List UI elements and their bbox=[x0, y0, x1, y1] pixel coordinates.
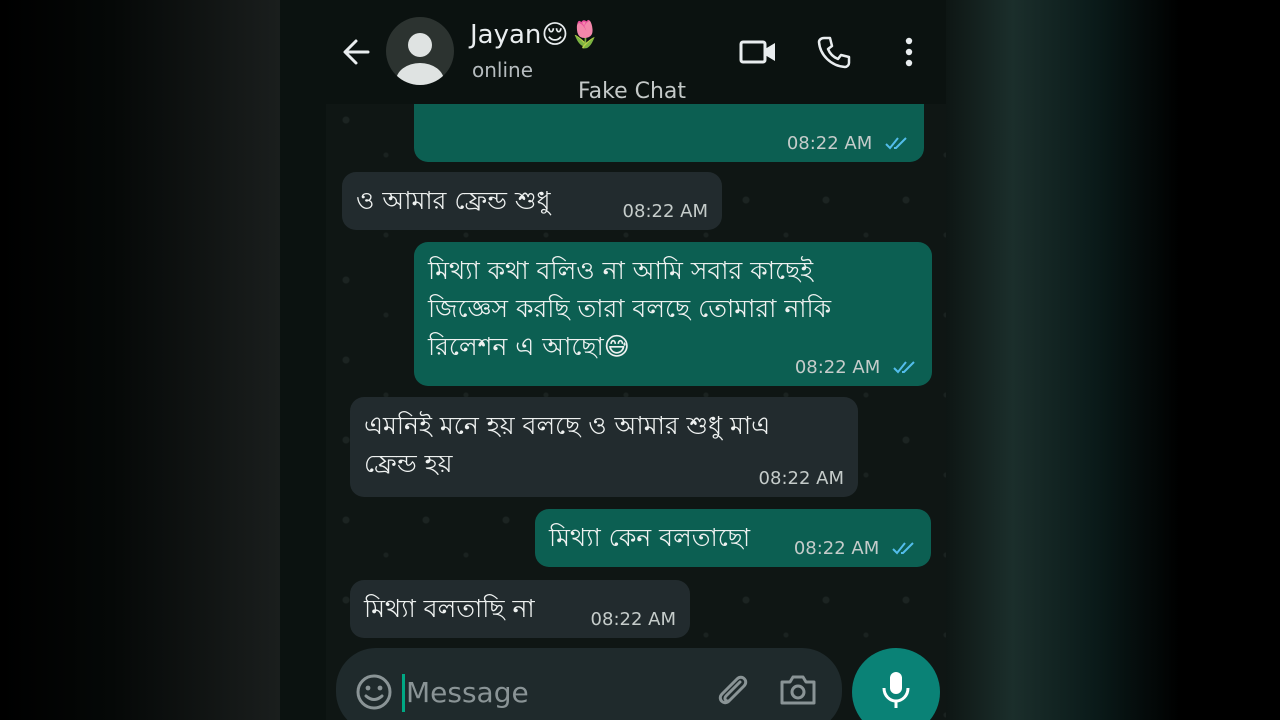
avatar-icon[interactable] bbox=[386, 17, 454, 85]
left-backdrop bbox=[0, 0, 280, 720]
video-call-icon[interactable] bbox=[738, 36, 778, 68]
message-time: 08:22 AM bbox=[758, 468, 844, 489]
double-check-icon bbox=[885, 137, 907, 150]
message-input[interactable] bbox=[406, 670, 706, 714]
message-composer bbox=[336, 648, 842, 720]
double-check-icon bbox=[893, 361, 915, 374]
message-time: 08:22 AM bbox=[793, 538, 880, 559]
contact-status: online bbox=[472, 58, 534, 82]
message-text-line: এমনিই মনে হয় বলছে ও আমার শুধু মাএ bbox=[364, 411, 771, 440]
message-text-line: জিজ্ঞেস করছি তারা বলছে তোমারা নাকি bbox=[428, 294, 832, 323]
message-meta: 08:22 AM bbox=[794, 539, 917, 559]
attach-icon[interactable] bbox=[712, 670, 752, 710]
message-time: 08:22 AM bbox=[794, 357, 881, 378]
message-bubble-outgoing[interactable]: 08:22 AM bbox=[414, 96, 924, 162]
mic-icon bbox=[882, 672, 910, 708]
back-arrow-icon[interactable] bbox=[338, 34, 374, 70]
message-text: মিথ্যা বলতাছি না bbox=[364, 594, 535, 623]
message-meta: 08:22 AM bbox=[787, 134, 910, 154]
contact-name[interactable]: Jayan😌🌷 bbox=[470, 20, 601, 50]
message-bubble-incoming[interactable]: এমনিই মনে হয় বলছে ও আমার শুধু মাএ ফ্রেন… bbox=[350, 397, 858, 497]
message-meta: 08:22 AM bbox=[795, 358, 918, 378]
more-vert-icon[interactable] bbox=[896, 34, 922, 70]
double-check-icon bbox=[892, 542, 914, 555]
right-backdrop bbox=[946, 0, 1280, 720]
message-time: 08:22 AM bbox=[590, 609, 676, 630]
phone-icon[interactable] bbox=[816, 34, 852, 70]
message-bubble-incoming[interactable]: মিথ্যা বলতাছি না 08:22 AM bbox=[350, 580, 690, 638]
message-text: মিথ্যা কেন বলতাছো bbox=[549, 523, 751, 552]
watermark-label: Fake Chat bbox=[578, 79, 687, 104]
message-time: 08:22 AM bbox=[786, 133, 873, 154]
message-time: 08:22 AM bbox=[622, 201, 708, 222]
message-bubble-outgoing[interactable]: মিথ্যা কেন বলতাছো 08:22 AM bbox=[535, 509, 931, 567]
chat-header: Jayan😌🌷 online Fake Chat bbox=[280, 0, 946, 104]
camera-icon[interactable] bbox=[778, 672, 818, 708]
message-bubble-outgoing[interactable]: মিথ্যা কথা বলিও না আমি সবার কাছেই জিজ্ঞে… bbox=[414, 242, 932, 386]
text-caret bbox=[402, 674, 405, 712]
message-text-line: মিথ্যা কথা বলিও না আমি সবার কাছেই bbox=[428, 256, 814, 285]
message-text: ও আমার ফ্রেন্ড শুধু bbox=[356, 186, 551, 215]
message-bubble-incoming[interactable]: ও আমার ফ্রেন্ড শুধু 08:22 AM bbox=[342, 172, 722, 230]
chat-screen: 08:22 AM ও আমার ফ্রেন্ড শুধু 08:22 AM মি… bbox=[280, 0, 946, 720]
emoji-icon[interactable] bbox=[354, 672, 394, 712]
